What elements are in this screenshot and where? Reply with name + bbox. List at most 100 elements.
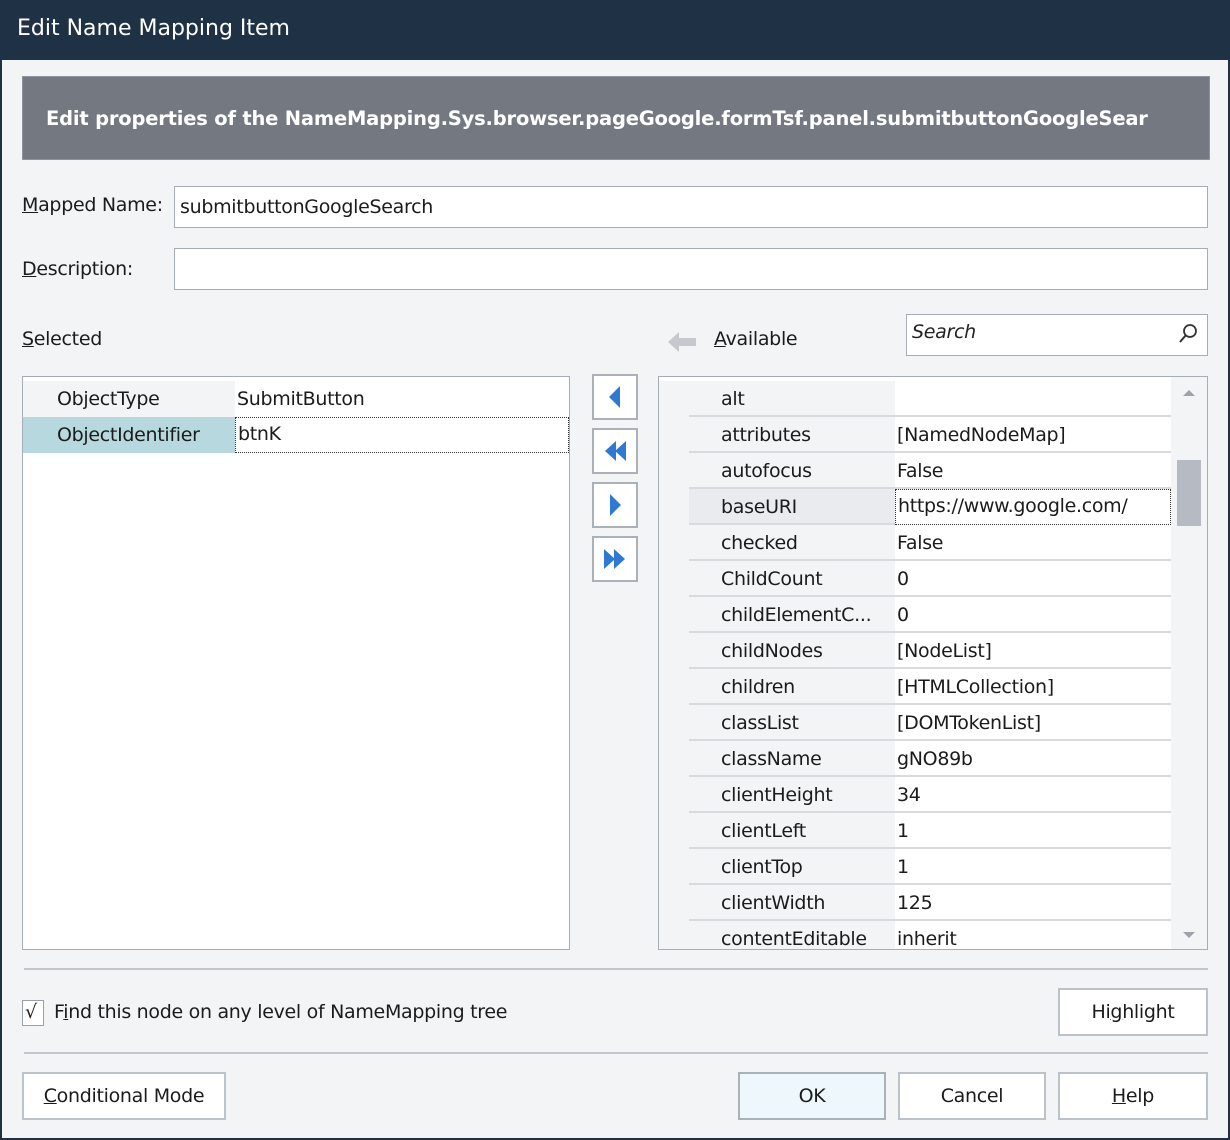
available-property-row[interactable]: className gNO89b [659, 741, 1171, 777]
property-value[interactable]: [NodeList] [895, 633, 1171, 669]
property-name: ObjectType [23, 381, 235, 417]
highlight-button[interactable]: Highlight [1058, 988, 1208, 1036]
available-property-row[interactable]: attributes [NamedNodeMap] [659, 417, 1171, 453]
checkmark-icon: √ [25, 1001, 38, 1023]
mapped-name-input[interactable]: submitbuttonGoogleSearch [174, 186, 1208, 228]
conditional-mode-button[interactable]: Conditional Mode [22, 1072, 226, 1120]
available-property-row[interactable]: clientHeight 34 [659, 777, 1171, 813]
property-name: className [689, 741, 895, 777]
available-property-row[interactable]: ChildCount 0 [659, 561, 1171, 597]
property-name: ChildCount [689, 561, 895, 597]
conditional-mode-label: Conditional Mode [43, 1085, 205, 1107]
add-property-button[interactable] [592, 482, 638, 528]
available-property-row[interactable]: autofocus False [659, 453, 1171, 489]
find-any-level-label[interactable]: Find this node on any level of NameMappi… [54, 1001, 507, 1023]
description-label: Description: [22, 258, 133, 280]
double-arrow-right-icon [604, 549, 625, 569]
available-label: Available [714, 328, 798, 350]
available-property-row[interactable]: childNodes [NodeList] [659, 633, 1171, 669]
property-value[interactable]: https://www.google.com/ [895, 489, 1171, 525]
ok-label: OK [798, 1085, 826, 1107]
property-value[interactable]: 0 [895, 597, 1171, 633]
property-name: clientLeft [689, 813, 895, 849]
property-name: children [689, 669, 895, 705]
property-value[interactable]: 125 [895, 885, 1171, 921]
dialog-title-bar: Edit Name Mapping Item [0, 0, 1230, 60]
search-input[interactable]: Search [906, 314, 1208, 356]
property-value[interactable]: SubmitButton [235, 381, 569, 417]
property-value[interactable]: False [895, 525, 1171, 561]
add-all-properties-button[interactable] [592, 536, 638, 582]
property-value[interactable]: 1 [895, 813, 1171, 849]
highlight-label: Highlight [1091, 1001, 1175, 1023]
property-value[interactable]: False [895, 453, 1171, 489]
property-name: checked [689, 525, 895, 561]
mapped-name-label-text: Mapped Name: [22, 194, 163, 216]
help-label: Help [1111, 1085, 1155, 1107]
property-name: childNodes [689, 633, 895, 669]
search-icon [1179, 324, 1197, 343]
property-value[interactable]: btnK [235, 417, 569, 453]
available-property-row[interactable]: checked False [659, 525, 1171, 561]
vertical-scrollbar[interactable] [1171, 377, 1207, 949]
scrollbar-thumb[interactable] [1177, 459, 1201, 526]
selected-properties-grid[interactable]: ObjectType SubmitButton ObjectIdentifier bt… [22, 376, 570, 950]
property-name: clientHeight [689, 777, 895, 813]
arrow-right-icon [610, 494, 621, 516]
property-name: contentEditable [689, 921, 895, 949]
available-property-row[interactable]: clientLeft 1 [659, 813, 1171, 849]
help-button[interactable]: Help [1058, 1072, 1208, 1120]
property-name: classList [689, 705, 895, 741]
find-any-level-checkbox[interactable]: √ [22, 1000, 44, 1026]
ok-button[interactable]: OK [738, 1072, 886, 1120]
description-input[interactable] [174, 248, 1208, 290]
header-banner: Edit properties of the NameMapping.Sys.b… [22, 76, 1210, 160]
property-name: clientTop [689, 849, 895, 885]
selected-label-text: Selected [22, 328, 102, 350]
selected-property-row[interactable]: ObjectType SubmitButton [23, 381, 569, 417]
available-property-row[interactable]: alt [659, 381, 1171, 417]
property-value[interactable]: gNO89b [895, 741, 1171, 777]
double-arrow-left-icon [605, 441, 626, 461]
separator-bottom [24, 1052, 1208, 1054]
back-arrow-icon [668, 332, 696, 352]
property-value[interactable]: [NamedNodeMap] [895, 417, 1171, 453]
property-value[interactable]: inherit [895, 921, 1171, 949]
cancel-label: Cancel [940, 1085, 1004, 1107]
property-name: attributes [689, 417, 895, 453]
available-property-row[interactable]: contentEditable inherit [659, 921, 1171, 949]
remove-all-properties-button[interactable] [592, 428, 638, 474]
available-property-row[interactable]: clientWidth 125 [659, 885, 1171, 921]
cancel-button[interactable]: Cancel [898, 1072, 1046, 1120]
banner-text: Edit properties of the NameMapping.Sys.b… [46, 107, 1148, 130]
separator-top [24, 968, 1208, 970]
selected-property-row[interactable]: ObjectIdentifier btnK [23, 417, 569, 453]
available-property-row[interactable]: baseURI https://www.google.com/ [659, 489, 1171, 525]
available-properties-grid[interactable]: alt attributes [NamedNodeMap] autofocus Fals… [658, 376, 1208, 950]
dialog-title: Edit Name Mapping Item [17, 16, 290, 41]
property-value[interactable]: 34 [895, 777, 1171, 813]
scroll-down-icon[interactable] [1182, 931, 1196, 939]
property-name: autofocus [689, 453, 895, 489]
available-property-row[interactable]: clientTop 1 [659, 849, 1171, 885]
property-name: alt [689, 381, 895, 417]
available-property-row[interactable]: childElementC... 0 [659, 597, 1171, 633]
property-name: baseURI [689, 489, 895, 525]
selected-label: Selected [22, 328, 102, 350]
available-property-row[interactable]: classList [DOMTokenList] [659, 705, 1171, 741]
property-value[interactable]: [DOMTokenList] [895, 705, 1171, 741]
property-value[interactable]: [HTMLCollection] [895, 669, 1171, 705]
available-property-row[interactable]: children [HTMLCollection] [659, 669, 1171, 705]
scroll-up-icon[interactable] [1182, 389, 1196, 397]
property-value[interactable]: 0 [895, 561, 1171, 597]
remove-property-button[interactable] [592, 374, 638, 420]
find-any-level-label-text: Find this node on any level of NameMappi… [54, 1001, 508, 1023]
available-label-text: Available [714, 328, 798, 350]
description-label-text: Description: [22, 258, 134, 280]
property-value[interactable]: 1 [895, 849, 1171, 885]
property-name: childElementC... [689, 597, 895, 633]
mapped-name-value: submitbuttonGoogleSearch [180, 196, 433, 218]
property-value[interactable] [895, 381, 1171, 417]
arrow-left-icon [609, 386, 620, 408]
search-placeholder: Search [912, 321, 976, 343]
